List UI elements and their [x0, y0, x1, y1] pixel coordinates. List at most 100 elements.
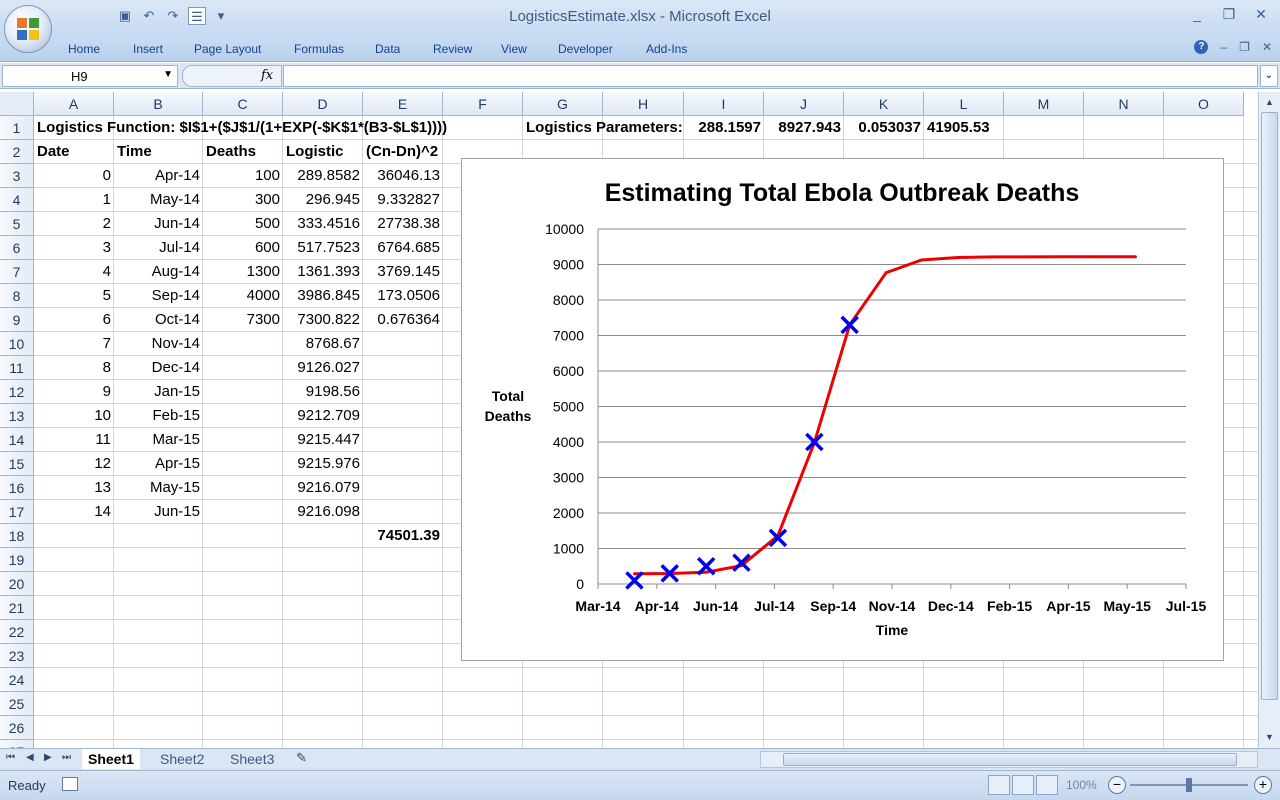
chart[interactable]: 0 1000 2000 3000 4000 5000 6000 7000 8000 9000 100… — [461, 158, 1224, 661]
tab-insert[interactable]: Insert — [133, 42, 163, 56]
tab-data[interactable]: Data — [375, 42, 400, 56]
column-header[interactable]: G — [523, 92, 603, 116]
cell-logistic[interactable]: 289.8582 — [286, 164, 360, 188]
cell-header[interactable]: Logistic — [286, 140, 360, 164]
vertical-scrollbar[interactable]: ▲ ▼ — [1258, 92, 1280, 748]
last-sheet-icon[interactable]: ⏭ — [62, 752, 71, 763]
tab-developer[interactable]: Developer — [558, 42, 613, 56]
row-header[interactable]: 25 — [0, 692, 34, 716]
cell-time[interactable]: Jun-15 — [117, 500, 200, 524]
cell-logistic[interactable]: 9216.079 — [286, 476, 360, 500]
worksheet-grid[interactable]: A B C D E F G H I J K L M N O 1 2 3 4 5 6 7 8 9 10 11 12 13 14 15 16 17… — [0, 92, 1258, 748]
cell-date-index[interactable]: 3 — [37, 236, 111, 260]
row-header[interactable]: 15 — [0, 452, 34, 476]
cell-time[interactable]: Nov-14 — [117, 332, 200, 356]
cell-squared-error[interactable]: 9.332827 — [366, 188, 440, 212]
zoom-out-button[interactable]: − — [1108, 776, 1126, 794]
cell-deaths[interactable]: 100 — [206, 164, 280, 188]
row-header[interactable]: 23 — [0, 644, 34, 668]
zoom-level[interactable]: 100% — [1066, 778, 1097, 792]
prev-sheet-icon[interactable]: ◀ — [26, 752, 34, 763]
cell-deaths[interactable]: 600 — [206, 236, 280, 260]
tab-review[interactable]: Review — [433, 42, 472, 56]
cell-squared-error[interactable]: 36046.13 — [366, 164, 440, 188]
office-button[interactable] — [4, 5, 52, 53]
cell-squared-error[interactable]: 6764.685 — [366, 236, 440, 260]
cell-header[interactable]: Time — [117, 140, 200, 164]
column-header[interactable]: H — [603, 92, 684, 116]
cell-deaths[interactable]: 500 — [206, 212, 280, 236]
row-header[interactable]: 7 — [0, 260, 34, 284]
horizontal-scroll-thumb[interactable] — [783, 753, 1237, 766]
row-header[interactable]: 26 — [0, 716, 34, 740]
cell-logistic[interactable]: 9216.098 — [286, 500, 360, 524]
vertical-scroll-thumb[interactable] — [1261, 112, 1278, 700]
cell-time[interactable]: Jul-14 — [117, 236, 200, 260]
cell-time[interactable]: May-15 — [117, 476, 200, 500]
cell-date-index[interactable]: 0 — [37, 164, 111, 188]
column-header[interactable]: F — [443, 92, 523, 116]
normal-view-button[interactable] — [988, 775, 1010, 795]
minimize-button[interactable]: _ — [1186, 4, 1208, 24]
cell-logistic[interactable]: 517.7523 — [286, 236, 360, 260]
cell-date-index[interactable]: 7 — [37, 332, 111, 356]
workbook-close-button[interactable]: ✕ — [1262, 40, 1272, 54]
row-header[interactable]: 2 — [0, 140, 34, 164]
row-header[interactable]: 12 — [0, 380, 34, 404]
cell-logistic[interactable]: 8768.67 — [286, 332, 360, 356]
row-header[interactable]: 6 — [0, 236, 34, 260]
cell-squared-error[interactable]: 27738.38 — [366, 212, 440, 236]
cell-date-index[interactable]: 10 — [37, 404, 111, 428]
row-header[interactable]: 14 — [0, 428, 34, 452]
row-header[interactable]: 10 — [0, 332, 34, 356]
cell-time[interactable]: May-14 — [117, 188, 200, 212]
cell-logistic[interactable]: 9215.976 — [286, 452, 360, 476]
close-button[interactable]: ✕ — [1250, 4, 1272, 24]
row-header[interactable]: 16 — [0, 476, 34, 500]
column-header[interactable]: B — [114, 92, 203, 116]
sheet-tab-sheet1[interactable]: Sheet1 — [82, 749, 140, 769]
cell-date-index[interactable]: 8 — [37, 356, 111, 380]
column-header[interactable]: A — [34, 92, 114, 116]
first-sheet-icon[interactable]: ⏮ — [6, 752, 15, 763]
tab-formulas[interactable]: Formulas — [294, 42, 344, 56]
cell-param-l[interactable]: 41905.53 — [927, 116, 1001, 140]
cell-time[interactable]: Mar-15 — [117, 428, 200, 452]
row-header[interactable]: 9 — [0, 308, 34, 332]
formula-input[interactable] — [283, 65, 1258, 87]
row-header[interactable]: 1 — [0, 116, 34, 140]
cell-squared-error[interactable]: 0.676364 — [366, 308, 440, 332]
cell-time[interactable]: Apr-15 — [117, 452, 200, 476]
cell-date-index[interactable]: 6 — [37, 308, 111, 332]
cell-time[interactable]: Oct-14 — [117, 308, 200, 332]
cell-logistic[interactable]: 9212.709 — [286, 404, 360, 428]
cell-param-j[interactable]: 8927.943 — [767, 116, 841, 140]
cell-time[interactable]: Apr-14 — [117, 164, 200, 188]
tab-view[interactable]: View — [501, 42, 527, 56]
sheet-tab-sheet2[interactable]: Sheet2 — [154, 749, 210, 769]
horizontal-scrollbar[interactable] — [760, 751, 1258, 768]
cell-date-index[interactable]: 5 — [37, 284, 111, 308]
row-header[interactable]: 4 — [0, 188, 34, 212]
zoom-slider-thumb[interactable] — [1186, 778, 1192, 792]
row-header[interactable]: 19 — [0, 548, 34, 572]
zoom-in-button[interactable]: + — [1254, 776, 1272, 794]
insert-sheet-icon[interactable]: ✎ — [296, 750, 307, 766]
sheet-tab-sheet3[interactable]: Sheet3 — [224, 749, 280, 769]
cell-time[interactable]: Sep-14 — [117, 284, 200, 308]
row-header[interactable]: 20 — [0, 572, 34, 596]
cell-deaths[interactable]: 300 — [206, 188, 280, 212]
cell-logistic[interactable]: 333.4516 — [286, 212, 360, 236]
help-icon[interactable]: ? — [1194, 40, 1209, 54]
cell-time[interactable]: Dec-14 — [117, 356, 200, 380]
column-header[interactable]: C — [203, 92, 283, 116]
scroll-up-icon[interactable]: ▲ — [1261, 94, 1278, 111]
cell-logistic[interactable]: 9198.56 — [286, 380, 360, 404]
cell-date-index[interactable]: 13 — [37, 476, 111, 500]
cell-header[interactable]: (Cn-Dn)^2 — [366, 140, 440, 164]
row-header[interactable]: 21 — [0, 596, 34, 620]
column-header[interactable]: D — [283, 92, 363, 116]
row-header[interactable]: 22 — [0, 620, 34, 644]
cell-deaths[interactable]: 7300 — [206, 308, 280, 332]
tab-add-ins[interactable]: Add-Ins — [646, 42, 687, 56]
